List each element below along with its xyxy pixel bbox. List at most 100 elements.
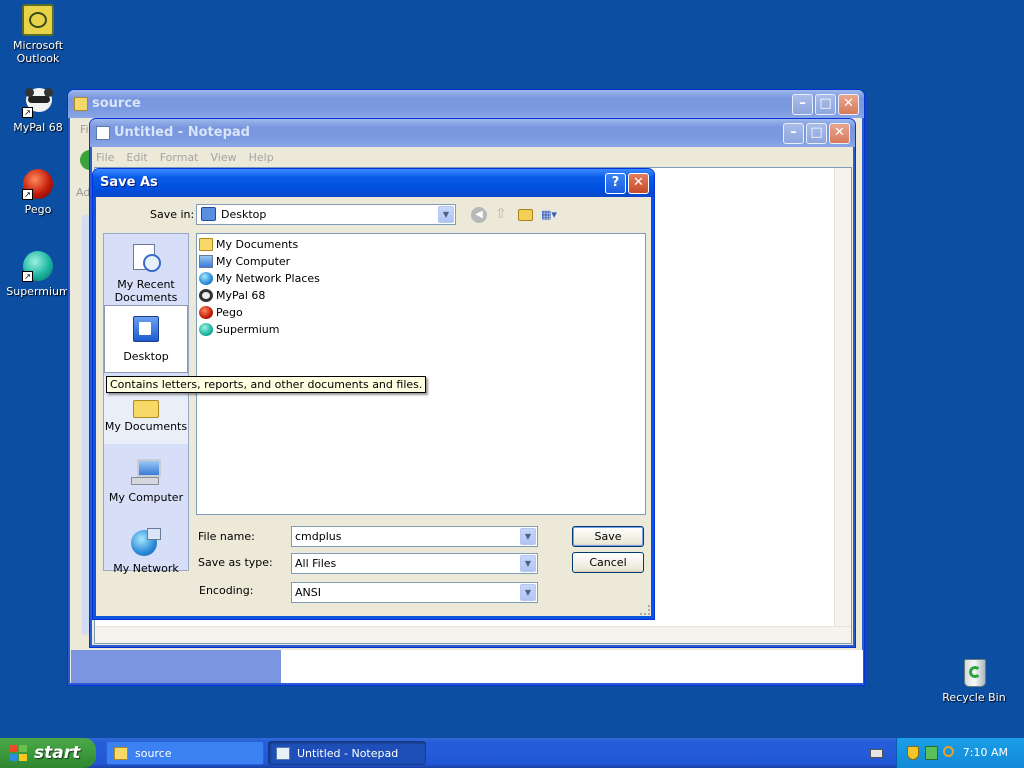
save-as-type-label: Save as type: <box>198 556 273 569</box>
encoding-label: Encoding: <box>199 584 254 597</box>
desktop-icon-label: Recycle Bin <box>942 691 1006 704</box>
back-arrow-icon[interactable]: ◀ <box>471 207 487 223</box>
places-tooltip: Contains letters, reports, and other doc… <box>106 376 427 393</box>
chevron-down-icon[interactable]: ▼ <box>520 584 536 601</box>
place-label: My Recent Documents <box>114 278 178 304</box>
list-item[interactable]: MyPal 68 <box>197 287 645 304</box>
file-name: My Network Places <box>216 272 320 285</box>
cancel-button[interactable]: Cancel <box>572 552 644 573</box>
computer-icon <box>199 255 213 268</box>
list-item[interactable]: My Computer <box>197 253 645 270</box>
place-label: My Network <box>113 562 179 575</box>
menu-help[interactable]: Help <box>249 151 274 164</box>
save-as-title-bar[interactable]: Save As ? ✕ <box>93 169 654 197</box>
windows-logo-icon <box>10 745 28 762</box>
horizontal-scrollbar[interactable] <box>95 626 851 643</box>
taskbar-button-notepad[interactable]: Untitled - Notepad <box>268 741 426 765</box>
system-tray: 7:10 AM <box>896 738 1024 768</box>
outlook-icon <box>22 4 54 36</box>
clock[interactable]: 7:10 AM <box>963 746 1008 759</box>
taskbar-button-source[interactable]: source <box>106 741 264 765</box>
desktop-icon-label: Supermium <box>6 285 70 298</box>
red-ball-icon: ↗ <box>22 168 54 200</box>
taskbar: start source Untitled - Notepad 7:10 AM <box>0 738 1024 768</box>
red-ball-icon <box>199 306 213 319</box>
taskbar-button-label: source <box>135 747 172 760</box>
folder-icon <box>114 747 128 760</box>
folder-icon <box>74 97 88 111</box>
save-as-dialog: Save As ? ✕ Save in: Desktop ▼ ◀ ⇧ ▦▾ My… <box>92 168 655 620</box>
save-as-type-dropdown[interactable]: All Files ▼ <box>291 553 538 574</box>
desktop-icon-mypal[interactable]: ↗ MyPal 68 <box>0 86 76 134</box>
network-icon <box>199 272 213 285</box>
notepad-title-bar[interactable]: Untitled - Notepad – □ ✕ <box>90 119 855 147</box>
file-name-input[interactable]: cmdplus ▼ <box>291 526 538 547</box>
desktop-icon-recycle-bin[interactable]: Recycle Bin <box>936 656 1012 704</box>
menu-format[interactable]: Format <box>160 151 199 164</box>
file-name: My Documents <box>216 238 299 251</box>
search-icon[interactable] <box>943 746 954 757</box>
save-as-type-value: All Files <box>295 557 337 570</box>
network-icon <box>129 526 163 558</box>
up-folder-icon[interactable]: ⇧ <box>495 206 510 222</box>
desktop-icon-outlook[interactable]: Microsoft Outlook <box>0 4 76 65</box>
desktop-icon-label: Pego <box>24 203 52 216</box>
explorer-title: source <box>92 96 141 111</box>
place-my-computer[interactable]: My Computer <box>104 447 188 515</box>
file-name: My Computer <box>216 255 291 268</box>
close-button[interactable]: ✕ <box>838 94 859 115</box>
desktop-icon-supermium[interactable]: ↗ Supermium <box>0 250 76 298</box>
maximize-button[interactable]: □ <box>806 123 827 144</box>
view-menu-icon[interactable]: ▦▾ <box>541 208 565 222</box>
desktop-icon <box>201 207 216 221</box>
close-button[interactable]: ✕ <box>829 123 850 144</box>
explorer-status-area <box>71 650 281 683</box>
explorer-content-area <box>281 650 863 683</box>
taskbar-button-label: Untitled - Notepad <box>297 747 399 760</box>
vertical-scrollbar[interactable] <box>834 168 851 626</box>
encoding-dropdown[interactable]: ANSI ▼ <box>291 582 538 603</box>
encoding-value: ANSI <box>295 586 321 599</box>
menu-file[interactable]: File <box>96 151 114 164</box>
maximize-button[interactable]: □ <box>815 94 836 115</box>
list-item[interactable]: My Network Places <box>197 270 645 287</box>
place-desktop[interactable]: Desktop <box>104 305 188 373</box>
desktop-icon-pego[interactable]: ↗ Pego <box>0 168 76 216</box>
help-button[interactable]: ? <box>605 173 626 194</box>
place-recent-documents[interactable]: My Recent Documents <box>104 234 188 304</box>
notepad-icon <box>96 126 110 140</box>
chevron-down-icon[interactable]: ▼ <box>520 555 536 572</box>
raccoon-icon <box>199 289 213 302</box>
raccoon-icon: ↗ <box>22 86 54 118</box>
new-folder-icon[interactable] <box>518 209 533 221</box>
place-label: Desktop <box>123 350 169 363</box>
save-in-value: Desktop <box>221 208 267 221</box>
resize-grip-icon[interactable] <box>640 605 650 615</box>
explorer-title-bar[interactable]: source – □ ✕ <box>68 90 864 118</box>
list-item[interactable]: My Documents <box>197 236 645 253</box>
save-button[interactable]: Save <box>572 526 644 547</box>
close-button[interactable]: ✕ <box>628 173 649 194</box>
network-tray-icon[interactable] <box>925 746 938 760</box>
chevron-down-icon[interactable]: ▼ <box>520 528 536 545</box>
start-button[interactable]: start <box>0 738 96 768</box>
places-bar: My Recent Documents Desktop My Documents… <box>103 233 189 575</box>
keyboard-icon[interactable] <box>870 749 883 758</box>
explorer-menu-fragment: Fi <box>80 123 89 136</box>
place-my-network[interactable]: My Network <box>104 518 188 586</box>
menu-edit[interactable]: Edit <box>126 151 147 164</box>
security-shield-icon[interactable] <box>907 746 919 760</box>
notepad-menu-bar: File Edit Format View Help <box>90 147 855 167</box>
menu-view[interactable]: View <box>211 151 237 164</box>
chevron-down-icon[interactable]: ▼ <box>438 206 454 223</box>
file-name-label: File name: <box>198 530 255 543</box>
start-label: start <box>34 743 81 763</box>
list-item[interactable]: Supermium <box>197 321 645 338</box>
minimize-button[interactable]: – <box>792 94 813 115</box>
list-item[interactable]: Pego <box>197 304 645 321</box>
file-list[interactable]: My Documents My Computer My Network Plac… <box>196 233 646 515</box>
minimize-button[interactable]: – <box>783 123 804 144</box>
file-name: Pego <box>216 306 243 319</box>
file-name-value: cmdplus <box>295 530 342 543</box>
save-in-dropdown[interactable]: Desktop ▼ <box>196 204 456 225</box>
